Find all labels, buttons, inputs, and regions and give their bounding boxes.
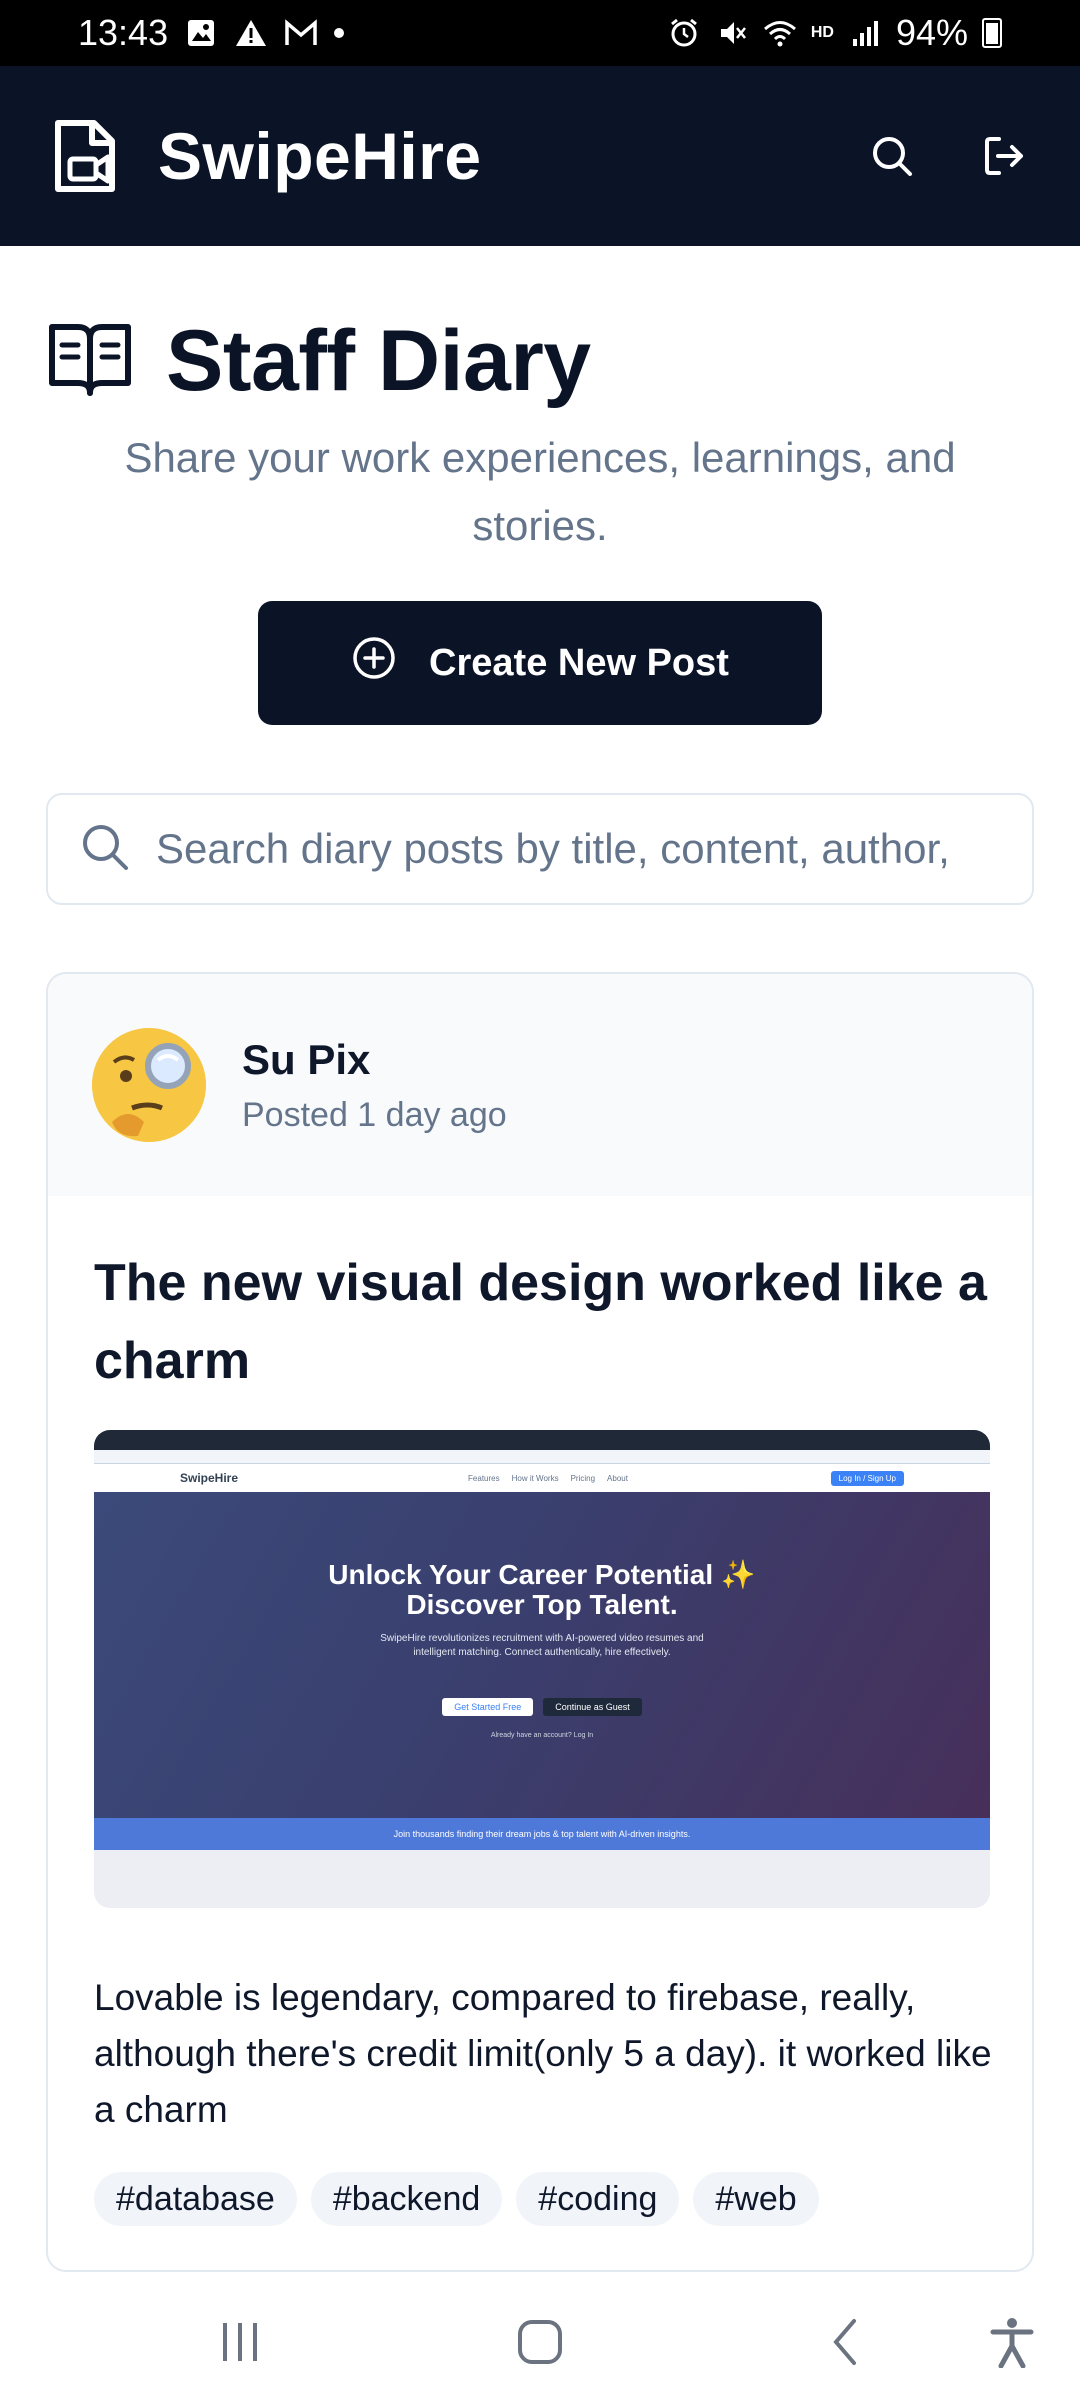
battery-icon bbox=[982, 18, 1002, 48]
post-title[interactable]: The new visual design worked like a char… bbox=[94, 1244, 994, 1400]
app-title[interactable]: SwipeHire bbox=[158, 118, 482, 194]
create-new-post-label: Create New Post bbox=[429, 641, 729, 684]
search-icon bbox=[80, 822, 130, 877]
diary-post-card[interactable]: Su Pix Posted 1 day ago The new visual d… bbox=[46, 972, 1034, 2272]
gmail-notification-icon bbox=[284, 16, 318, 50]
more-notifications-dot bbox=[334, 28, 345, 38]
search-input[interactable] bbox=[156, 825, 1016, 873]
wifi-icon bbox=[763, 16, 797, 50]
status-time: 13:43 bbox=[78, 12, 169, 53]
image-guest-button: Continue as Guest bbox=[543, 1698, 642, 1716]
tag-chip[interactable]: #coding bbox=[516, 2172, 680, 2226]
accessibility-icon[interactable] bbox=[982, 2316, 1042, 2368]
page-subtitle: Share your work experiences, learnings, … bbox=[124, 434, 956, 549]
search-bar[interactable] bbox=[46, 793, 1034, 905]
post-image[interactable]: SwipeHire Features How it Works Pricing … bbox=[94, 1430, 990, 1908]
image-nav-link: About bbox=[607, 1473, 628, 1483]
alert-notification-icon bbox=[234, 16, 268, 50]
battery-percent: 94% bbox=[895, 12, 968, 53]
image-headline: Unlock Your Career Potential ✨ Discover … bbox=[94, 1560, 990, 1620]
tag-chip[interactable]: #database bbox=[94, 2172, 297, 2226]
post-body: Lovable is legendary, compared to fireba… bbox=[94, 1977, 992, 2130]
image-site-nav: SwipeHire Features How it Works Pricing … bbox=[94, 1464, 990, 1492]
post-tags: #database #backend #coding #web bbox=[94, 2172, 819, 2226]
logout-icon[interactable] bbox=[976, 128, 1032, 184]
back-icon[interactable] bbox=[816, 2316, 876, 2368]
avatar[interactable] bbox=[92, 1028, 206, 1142]
post-timestamp: Posted 1 day ago bbox=[242, 1095, 507, 1134]
image-nav-link: Features bbox=[468, 1473, 500, 1483]
gallery-notification-icon bbox=[184, 16, 218, 50]
image-login-hint: Already have an account? Log In bbox=[490, 1732, 594, 1739]
image-nav-link: How it Works bbox=[511, 1473, 559, 1483]
app-header: SwipeHire bbox=[0, 66, 1080, 246]
image-login-button: Log In / Sign Up bbox=[830, 1470, 904, 1486]
page-title: Staff Diary bbox=[166, 313, 591, 409]
image-hero: Unlock Your Career Potential ✨ Discover … bbox=[94, 1492, 990, 1818]
image-nav-link: Pricing bbox=[570, 1473, 596, 1483]
image-browser-tabs bbox=[94, 1430, 990, 1450]
image-banner: Join thousands finding their dream jobs … bbox=[94, 1818, 990, 1850]
image-brand: SwipeHire bbox=[180, 1471, 239, 1485]
image-headline-line2: Discover Top Talent. bbox=[406, 1589, 678, 1620]
mute-icon bbox=[715, 16, 749, 50]
author-name[interactable]: Su Pix bbox=[242, 1036, 507, 1084]
book-open-icon bbox=[48, 321, 132, 402]
recent-apps-icon[interactable] bbox=[210, 2316, 270, 2368]
tag-chip[interactable]: #backend bbox=[310, 2172, 503, 2226]
page-heading: Staff Diary bbox=[48, 312, 591, 411]
home-icon[interactable] bbox=[510, 2316, 570, 2368]
search-icon[interactable] bbox=[864, 128, 920, 184]
image-headline-line1: Unlock Your Career Potential ✨ bbox=[328, 1559, 756, 1590]
create-new-post-button[interactable]: Create New Post bbox=[258, 601, 822, 725]
logo-icon[interactable] bbox=[48, 115, 130, 197]
post-header: Su Pix Posted 1 day ago bbox=[48, 974, 1032, 1196]
system-nav-bar bbox=[0, 2272, 1080, 2408]
image-get-started-button: Get Started Free bbox=[442, 1698, 534, 1716]
network-type: HD bbox=[810, 24, 834, 41]
image-url-bar bbox=[94, 1450, 990, 1464]
signal-icon bbox=[848, 16, 882, 50]
alarm-icon bbox=[667, 16, 701, 50]
tag-chip[interactable]: #web bbox=[693, 2172, 819, 2226]
plus-circle-icon bbox=[351, 635, 397, 691]
image-description: SwipeHire revolutionizes recruitment wit… bbox=[380, 1633, 704, 1658]
status-bar: 13:43 HD 94% bbox=[0, 0, 1080, 66]
